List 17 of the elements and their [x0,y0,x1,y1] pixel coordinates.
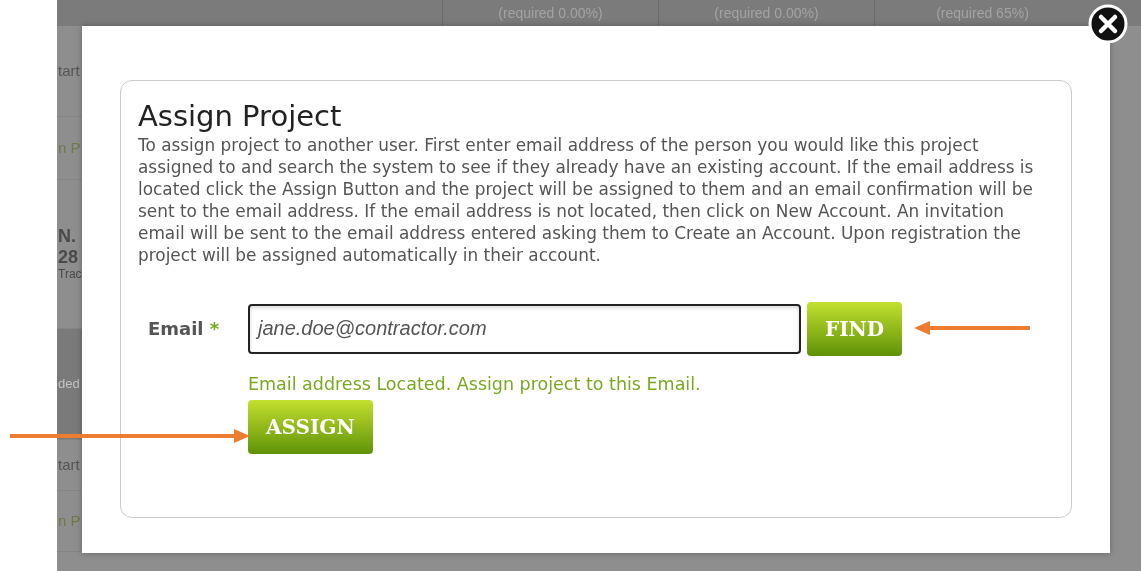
arrow-icon [8,428,252,444]
email-field[interactable]: jane.doe@contractor.com [248,303,801,354]
table-link[interactable]: n P [58,512,81,530]
table-text: Trac [58,267,82,282]
status-message: Email address Located. Assign project to this Email. [248,373,702,394]
table-text: tart [58,62,80,80]
dialog-title: Assign Project [138,99,343,134]
table-text: 28 [58,247,79,268]
table-link[interactable]: n P [58,139,81,157]
find-button[interactable]: FIND [807,301,903,356]
description: To assign project to another user. First enter email address of the person you would like this project assigned to and search the system to see if they already have an existing account. If the email address is located click the Assign Button and the project will be assigned to them and an email confirmation will be sent to the email address. If the email address is not located, then click on New Account. An invitation email will be sent to the email address entered asking them to Create an Account. Upon registration the project will be assigned automatically in their account. [138,133,1035,266]
assign-button[interactable]: ASSIGN [248,399,373,454]
table-text: N. [58,226,76,248]
arrow-icon [912,320,1032,336]
table-text: ded [58,376,80,392]
email-label: Email * [148,318,221,340]
table-text: tart [58,456,80,474]
